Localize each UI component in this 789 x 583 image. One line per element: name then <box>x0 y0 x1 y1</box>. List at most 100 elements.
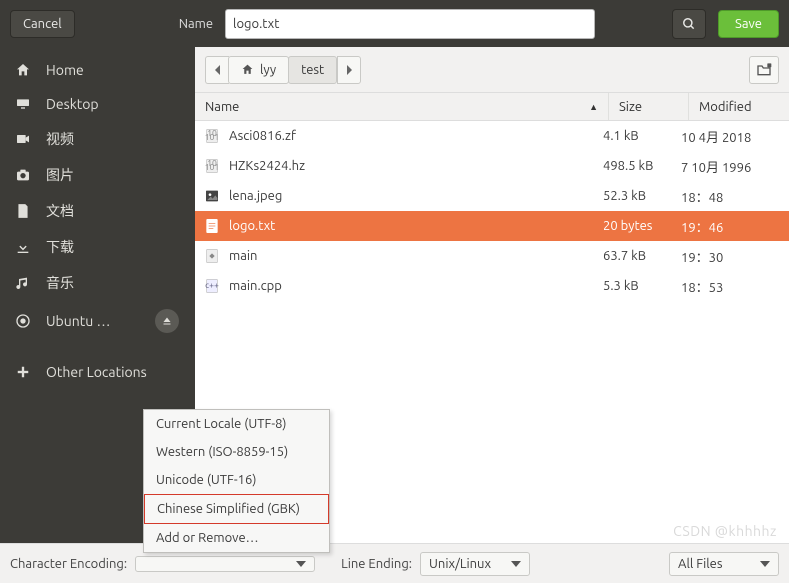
file-filter-value: All Files <box>678 557 722 571</box>
file-modified: 18：48 <box>681 187 781 206</box>
document-icon <box>14 202 32 220</box>
file-name: logo.txt <box>229 219 603 233</box>
new-folder-button[interactable] <box>749 56 779 84</box>
bottom-bar: Character Encoding: Line Ending: Unix/Li… <box>0 543 789 583</box>
encoding-combo[interactable] <box>135 556 315 572</box>
encoding-menu-item[interactable]: Current Locale (UTF-8) <box>144 410 329 438</box>
sidebar-item-ubuntu-disc[interactable]: Ubuntu … <box>0 301 195 341</box>
chevron-down-icon <box>511 561 521 567</box>
file-name: lena.jpeg <box>229 189 603 203</box>
file-modified: 19：46 <box>681 217 781 236</box>
breadcrumb-test[interactable]: test <box>288 56 337 84</box>
svg-text:101: 101 <box>205 162 220 172</box>
desktop-icon <box>14 95 32 113</box>
binfile-icon: 10101 <box>203 157 221 175</box>
sidebar-item-downloads[interactable]: 下载 <box>0 229 195 265</box>
file-size: 63.7 kB <box>603 249 681 263</box>
file-modified: 18：53 <box>681 277 781 296</box>
sort-asc-icon: ▲ <box>589 102 598 112</box>
image-icon <box>203 187 221 205</box>
file-size: 4.1 kB <box>603 129 681 143</box>
column-header-name[interactable]: Name▲ <box>195 93 609 120</box>
sidebar-item-label: 图片 <box>46 165 181 185</box>
file-name: Asci0816.zf <box>229 129 603 143</box>
chevron-down-icon <box>760 561 770 567</box>
encoding-menu-item[interactable]: Western (ISO-8859-15) <box>144 438 329 466</box>
file-size: 498.5 kB <box>603 159 681 173</box>
search-button[interactable] <box>672 9 706 39</box>
encoding-menu-item[interactable]: Chinese Simplified (GBK) <box>144 494 329 524</box>
sidebar-item-other-locations[interactable]: Other Locations <box>0 355 195 389</box>
breadcrumb-label: test <box>301 63 324 77</box>
sidebar-item-label: Ubuntu … <box>46 313 141 329</box>
filename-input-wrap: logo.txt <box>225 9 595 39</box>
nav-back-button[interactable] <box>205 56 229 84</box>
textfile-icon <box>203 217 221 235</box>
sidebar-item-home[interactable]: Home <box>0 53 195 87</box>
breadcrumb-home[interactable]: lyy <box>228 56 289 84</box>
body: Home Desktop 视频 图片 文档 下载 音乐 Ubuntu … <box>0 47 789 543</box>
binfile-icon: 10101 <box>203 127 221 145</box>
camera-icon <box>14 166 32 184</box>
sidebar-item-videos[interactable]: 视频 <box>0 121 195 157</box>
column-header-size[interactable]: Size <box>609 93 689 120</box>
file-size: 20 bytes <box>603 219 681 233</box>
disc-icon <box>14 312 32 330</box>
svg-text:101: 101 <box>205 132 220 142</box>
file-filter-combo[interactable]: All Files <box>669 552 779 576</box>
exec-icon <box>203 247 221 265</box>
file-row[interactable]: c++main.cpp5.3 kB18：53 <box>195 271 789 301</box>
search-icon <box>682 17 696 31</box>
sidebar-item-label: 下载 <box>46 237 181 257</box>
sidebar-item-desktop[interactable]: Desktop <box>0 87 195 121</box>
chevron-left-icon <box>214 65 222 75</box>
save-button[interactable]: Save <box>718 10 779 38</box>
sidebar-item-music[interactable]: 音乐 <box>0 265 195 301</box>
eject-icon <box>161 315 173 327</box>
video-icon <box>14 130 32 148</box>
plus-icon <box>14 363 32 381</box>
breadcrumb-label: lyy <box>260 63 276 77</box>
encoding-menu-item[interactable]: Add or Remove… <box>144 524 329 552</box>
file-row[interactable]: logo.txt20 bytes19：46 <box>195 211 789 241</box>
file-row[interactable]: lena.jpeg52.3 kB18：48 <box>195 181 789 211</box>
header-bar: Cancel Name logo.txt Save <box>0 0 789 47</box>
sidebar-item-label: Other Locations <box>46 364 181 380</box>
line-ending-label: Line Ending: <box>341 557 412 571</box>
sidebar-item-label: Home <box>46 62 181 78</box>
sidebar-item-pictures[interactable]: 图片 <box>0 157 195 193</box>
chevron-right-icon <box>345 65 353 75</box>
svg-text:c++: c++ <box>205 280 219 290</box>
file-name: main.cpp <box>229 279 603 293</box>
file-row[interactable]: 10101 Asci0816.zf4.1 kB10 4月 2018 <box>195 121 789 151</box>
file-row[interactable]: main63.7 kB19：30 <box>195 241 789 271</box>
sidebar-item-label: Desktop <box>46 96 181 112</box>
encoding-label: Character Encoding: <box>10 557 127 571</box>
sidebar-item-documents[interactable]: 文档 <box>0 193 195 229</box>
chevron-down-icon <box>296 561 306 567</box>
music-icon <box>14 274 32 292</box>
file-size: 52.3 kB <box>603 189 681 203</box>
nav-forward-button[interactable] <box>337 56 361 84</box>
file-name: HZKs2424.hz <box>229 159 603 173</box>
sidebar-item-label: 文档 <box>46 201 181 221</box>
column-header-modified[interactable]: Modified <box>689 93 789 120</box>
eject-button[interactable] <box>155 309 179 333</box>
encoding-menu-item[interactable]: Unicode (UTF-16) <box>144 466 329 494</box>
file-modified: 19：30 <box>681 247 781 266</box>
home-icon <box>241 63 254 76</box>
home-icon <box>14 61 32 79</box>
file-modified: 7 10月 1996 <box>681 157 781 176</box>
path-bar: lyy test <box>195 47 789 93</box>
line-ending-combo[interactable]: Unix/Linux <box>420 552 530 576</box>
file-modified: 10 4月 2018 <box>681 127 781 146</box>
new-folder-icon <box>756 63 772 77</box>
file-row[interactable]: 10101 HZKs2424.hz498.5 kB7 10月 1996 <box>195 151 789 181</box>
table-header: Name▲ Size Modified <box>195 93 789 121</box>
filename-input[interactable] <box>225 9 595 39</box>
line-ending-value: Unix/Linux <box>429 557 491 571</box>
sidebar-item-label: 视频 <box>46 129 181 149</box>
cancel-button[interactable]: Cancel <box>10 10 75 38</box>
sidebar-item-label: 音乐 <box>46 273 181 293</box>
encoding-menu: Current Locale (UTF-8)Western (ISO-8859-… <box>143 409 330 553</box>
